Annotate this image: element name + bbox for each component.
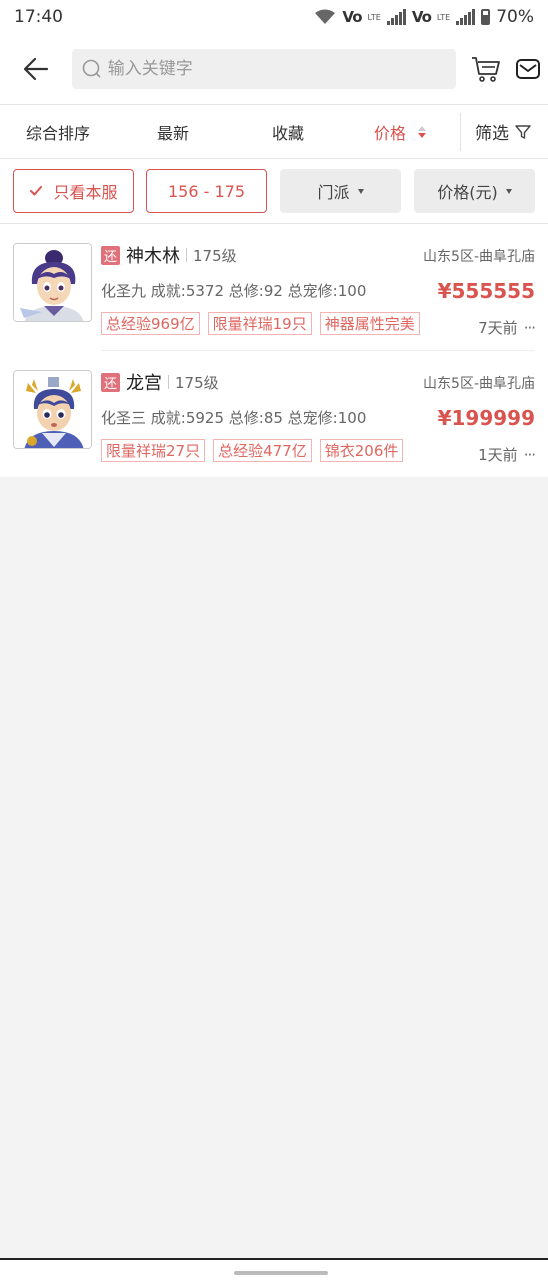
sort-bar: 综合排序 最新 收藏 价格 筛选 <box>0 105 548 158</box>
price-filter-label: 价格(元) <box>437 183 498 202</box>
sort-latest[interactable]: 最新 <box>157 105 189 158</box>
filter-button[interactable]: 筛选 <box>475 105 531 158</box>
sort-price[interactable]: 价格 <box>374 105 427 158</box>
server-only-label: 只看本服 <box>53 183 118 202</box>
listing-time: 7天前 ··· <box>478 317 536 338</box>
server-name: 山东5区-曲阜孔庙 <box>423 249 535 265</box>
sort-favorites[interactable]: 收藏 <box>272 105 304 158</box>
sort-comprehensive[interactable]: 综合排序 <box>26 105 90 158</box>
chevron-down-icon <box>357 188 364 194</box>
sect-label: 门派 <box>317 183 350 202</box>
volte-badge: Vo <box>342 8 362 26</box>
sort-comprehensive-label: 综合排序 <box>26 123 91 143</box>
feature-tag: 限量祥瑞27只 <box>101 439 206 462</box>
top-bar <box>0 34 548 104</box>
status-bar: 17:40 Vo LTE Vo LTE 70% <box>0 0 548 34</box>
listing-item[interactable]: 还 神木林 175级 山东5区-曲阜孔庙 化圣九 成就:5372 总修:92 总… <box>0 224 548 350</box>
battery-icon <box>481 9 491 25</box>
cart-icon <box>472 57 501 82</box>
character-stats: 化圣三 成就:5925 总修:85 总宠修:100 <box>101 409 367 427</box>
feature-tag: 锦衣206件 <box>319 439 404 462</box>
filter-row: 只看本服 156 - 175 门派 价格(元) <box>0 159 548 223</box>
character-avatar <box>13 370 92 449</box>
lte-badge-2: LTE <box>436 12 451 22</box>
feature-tag: 神器属性完美 <box>319 312 420 335</box>
character-level: 175级 <box>193 246 237 265</box>
message-button[interactable] <box>508 47 548 91</box>
feature-tags: 总经验969亿 限量祥瑞19只 神器属性完美 <box>101 312 420 335</box>
character-name: 神木林 <box>126 246 180 267</box>
level-range-label: 156 - 175 <box>167 181 246 201</box>
filter-label: 筛选 <box>475 124 509 144</box>
filter-icon <box>515 124 531 139</box>
listing-title-row: 还 神木林 175级 <box>101 243 237 267</box>
price-dropdown[interactable]: 价格(元) <box>414 169 535 213</box>
more-icon[interactable]: ··· <box>524 319 536 337</box>
character-stats: 化圣九 成就:5372 总修:92 总宠修:100 <box>101 282 367 300</box>
listing-item[interactable]: 还 龙宫 175级 山东5区-曲阜孔庙 化圣三 成就:5925 总修:85 总宠… <box>0 351 548 477</box>
server-name: 山东5区-曲阜孔庙 <box>423 376 535 392</box>
return-badge: 还 <box>101 372 120 392</box>
signal-icon <box>386 9 406 25</box>
character-name: 龙宫 <box>126 373 162 394</box>
more-icon[interactable]: ··· <box>524 446 536 464</box>
check-icon <box>30 186 43 196</box>
sort-favorites-label: 收藏 <box>272 123 305 143</box>
sect-dropdown[interactable]: 门派 <box>280 169 401 213</box>
signal-icon-2 <box>456 9 476 25</box>
battery-level: 70% <box>496 7 534 27</box>
listed-time: 1天前 <box>478 446 518 464</box>
cart-button[interactable] <box>464 47 508 91</box>
back-button[interactable] <box>0 34 72 104</box>
gesture-bar <box>0 1260 548 1280</box>
sort-price-label: 价格 <box>374 123 407 143</box>
listing-price: ¥199999 <box>437 406 535 430</box>
chevron-down-icon <box>505 188 512 194</box>
feature-tag: 总经验477亿 <box>213 439 312 462</box>
search-icon <box>82 59 102 79</box>
listing-list: 还 神木林 175级 山东5区-曲阜孔庙 化圣九 成就:5372 总修:92 总… <box>0 224 548 477</box>
title-separator <box>186 248 187 262</box>
volte-badge-2: Vo <box>411 8 432 26</box>
status-icons: Vo LTE Vo LTE 70% <box>314 7 534 27</box>
character-level: 175级 <box>175 373 219 392</box>
sort-order-icon <box>418 125 427 138</box>
wifi-icon <box>315 9 336 24</box>
return-badge: 还 <box>101 245 120 265</box>
listed-time: 7天前 <box>478 319 518 337</box>
mail-icon <box>516 59 541 79</box>
search-input[interactable] <box>107 59 438 79</box>
home-indicator[interactable] <box>234 1271 328 1275</box>
listing-price: ¥555555 <box>437 279 535 303</box>
lte-badge: LTE <box>367 12 381 22</box>
title-separator <box>168 375 169 389</box>
feature-tags: 限量祥瑞27只 总经验477亿 锦衣206件 <box>101 439 404 462</box>
search-box[interactable] <box>71 49 457 89</box>
server-only-chip[interactable]: 只看本服 <box>13 169 134 213</box>
level-range-chip[interactable]: 156 - 175 <box>146 169 267 213</box>
listing-time: 1天前 ··· <box>478 444 536 465</box>
feature-tag: 限量祥瑞19只 <box>207 312 312 335</box>
back-arrow-icon <box>23 57 48 81</box>
status-time: 17:40 <box>14 7 63 27</box>
sort-latest-label: 最新 <box>157 123 190 143</box>
feature-tag: 总经验969亿 <box>101 312 200 335</box>
listing-title-row: 还 龙宫 175级 <box>101 370 219 394</box>
character-avatar <box>13 243 92 322</box>
sort-separator <box>460 113 461 151</box>
